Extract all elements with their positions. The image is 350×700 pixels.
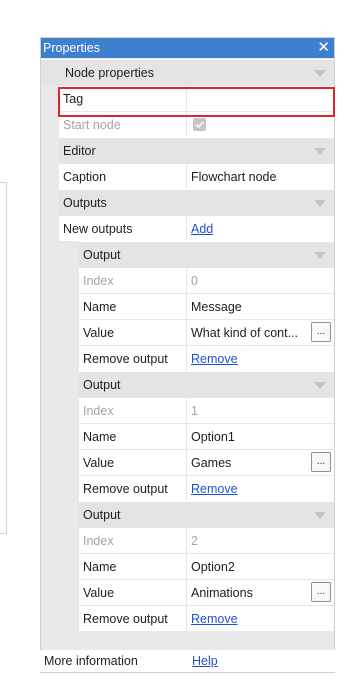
- name-field[interactable]: Option2: [191, 554, 235, 580]
- properties-panel: Properties ✕ Node properties Tag Start n…: [40, 37, 335, 673]
- index-value: 2: [191, 534, 198, 548]
- remove-output-link[interactable]: Remove: [191, 346, 238, 372]
- value-field[interactable]: Animations: [191, 580, 307, 606]
- section-label: Output: [83, 378, 121, 392]
- prop-label: Start node: [63, 118, 121, 132]
- prop-label: Index: [83, 404, 114, 418]
- chevron-down-icon[interactable]: [314, 148, 326, 155]
- prop-label: Remove output: [83, 482, 168, 496]
- ellipsis-button[interactable]: ...: [311, 582, 331, 602]
- caption-field[interactable]: Flowchart node: [191, 164, 276, 190]
- prop-label: Value: [83, 326, 115, 340]
- background-frame: [0, 182, 7, 534]
- section-editor[interactable]: Editor: [59, 137, 334, 163]
- section-node-properties[interactable]: Node properties: [41, 59, 334, 85]
- chevron-down-icon[interactable]: [314, 382, 326, 389]
- prop-label: Caption: [63, 170, 107, 184]
- ellipsis-button[interactable]: ...: [311, 452, 331, 472]
- prop-label: New outputs: [63, 222, 133, 236]
- help-link[interactable]: Help: [192, 650, 218, 672]
- prop-row-index: Index 0: [79, 267, 334, 294]
- prop-row-name[interactable]: Name Message: [79, 293, 334, 320]
- close-icon[interactable]: ✕: [317, 38, 330, 58]
- prop-label: Name: [83, 560, 117, 574]
- prop-row-name[interactable]: Name Option1: [79, 423, 334, 450]
- section-outputs[interactable]: Outputs: [59, 189, 334, 215]
- prop-row-value[interactable]: Value What kind of cont... ...: [79, 319, 334, 346]
- more-information-row: More information Help: [40, 650, 335, 672]
- prop-row-index: Index 2: [79, 527, 334, 554]
- section-label: Output: [83, 248, 121, 262]
- value-field[interactable]: Games: [191, 450, 307, 476]
- prop-row-index: Index 1: [79, 397, 334, 424]
- prop-row-value[interactable]: Value Animations ...: [79, 579, 334, 606]
- name-field[interactable]: Option1: [191, 424, 235, 450]
- prop-row-new-outputs: New outputs Add: [59, 215, 334, 242]
- start-node-checkbox: [193, 118, 206, 131]
- chevron-down-icon[interactable]: [314, 252, 326, 259]
- prop-row-name[interactable]: Name Option2: [79, 553, 334, 580]
- section-label: Editor: [63, 144, 96, 158]
- prop-label: Value: [83, 456, 115, 470]
- index-value: 0: [191, 274, 198, 288]
- chevron-down-icon[interactable]: [314, 512, 326, 519]
- name-field[interactable]: Message: [191, 294, 242, 320]
- index-value: 1: [191, 404, 198, 418]
- prop-row-caption[interactable]: Caption Flowchart node: [59, 163, 334, 190]
- section-output[interactable]: Output: [79, 501, 334, 527]
- section-output[interactable]: Output: [79, 241, 334, 267]
- prop-label: Name: [83, 300, 117, 314]
- section-label: Node properties: [65, 66, 154, 80]
- prop-label: Tag: [63, 92, 84, 106]
- ellipsis-button[interactable]: ...: [311, 322, 331, 342]
- prop-row-remove-output: Remove output Remove: [79, 475, 334, 502]
- prop-label: Index: [83, 534, 114, 548]
- prop-row-remove-output: Remove output Remove: [79, 605, 334, 632]
- prop-label: Index: [83, 274, 114, 288]
- prop-row-remove-output: Remove output Remove: [79, 345, 334, 372]
- prop-label: Remove output: [83, 612, 168, 626]
- section-label: Outputs: [63, 196, 107, 210]
- remove-output-link[interactable]: Remove: [191, 606, 238, 632]
- prop-label: Value: [83, 586, 115, 600]
- chevron-down-icon[interactable]: [314, 70, 326, 77]
- chevron-down-icon[interactable]: [314, 200, 326, 207]
- panel-header: Properties ✕: [41, 38, 334, 58]
- prop-label: Name: [83, 430, 117, 444]
- value-field[interactable]: What kind of cont...: [191, 320, 307, 346]
- prop-row-value[interactable]: Value Games ...: [79, 449, 334, 476]
- more-information-label: More information: [44, 654, 138, 668]
- prop-row-tag[interactable]: Tag: [59, 85, 334, 112]
- add-output-link[interactable]: Add: [191, 216, 213, 242]
- section-label: Output: [83, 508, 121, 522]
- prop-label: Remove output: [83, 352, 168, 366]
- panel-title: Properties: [43, 41, 100, 55]
- remove-output-link[interactable]: Remove: [191, 476, 238, 502]
- prop-row-start-node: Start node: [59, 111, 334, 138]
- section-output[interactable]: Output: [79, 371, 334, 397]
